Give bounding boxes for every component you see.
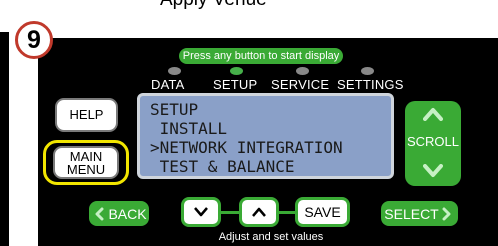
left-border-bar <box>0 32 9 246</box>
save-button-label: SAVE <box>304 204 341 220</box>
chevron-left-icon <box>95 207 104 220</box>
main-menu-label-line2: MENU <box>66 161 106 177</box>
lcd-display: SETUP INSTALL >NETWORK INTEGRATION TEST &… <box>137 93 394 179</box>
help-button-label: HELP <box>69 107 104 122</box>
lcd-line-test-balance: TEST & BALANCE <box>150 157 295 176</box>
chevron-up-icon[interactable] <box>423 107 443 121</box>
chevron-down-icon[interactable] <box>423 164 443 178</box>
top-caption: Apply Venue <box>160 0 360 11</box>
back-button[interactable]: BACK <box>89 201 149 226</box>
indicator-service <box>296 67 309 75</box>
back-button-label: BACK <box>108 205 147 222</box>
select-button-label: SELECT <box>384 205 439 222</box>
status-pill: Press any button to start display <box>179 48 343 64</box>
chevron-right-icon <box>442 207 451 220</box>
scroll-button[interactable]: SCROLL <box>405 101 461 186</box>
mode-label-settings[interactable]: SETTINGS <box>337 77 404 92</box>
mode-label-data[interactable]: DATA <box>151 77 185 92</box>
scroll-label: SCROLL <box>406 134 460 149</box>
button-connector <box>221 211 239 214</box>
mode-label-setup[interactable]: SETUP <box>213 77 257 92</box>
select-button[interactable]: SELECT <box>381 201 458 226</box>
lcd-line-install: INSTALL <box>150 119 228 138</box>
chevron-down-icon <box>194 207 208 217</box>
up-button[interactable] <box>239 197 279 227</box>
main-menu-label: MAIN MENU <box>67 150 105 176</box>
indicator-setup <box>230 67 243 75</box>
mode-label-service[interactable]: SERVICE <box>271 77 329 92</box>
bottom-caption: Adjust and set values <box>218 231 324 243</box>
down-button[interactable] <box>181 197 221 227</box>
indicator-settings <box>361 67 374 75</box>
step-badge: 9 <box>15 21 53 59</box>
lcd-line-title: SETUP <box>150 100 199 119</box>
chevron-up-icon <box>252 207 266 217</box>
main-menu-button[interactable]: MAIN MENU <box>53 146 119 179</box>
help-button[interactable]: HELP <box>55 98 118 132</box>
lcd-line-network-integration: >NETWORK INTEGRATION <box>150 138 343 157</box>
button-connector <box>279 211 295 214</box>
save-button[interactable]: SAVE <box>295 197 350 227</box>
indicator-data <box>168 67 181 75</box>
